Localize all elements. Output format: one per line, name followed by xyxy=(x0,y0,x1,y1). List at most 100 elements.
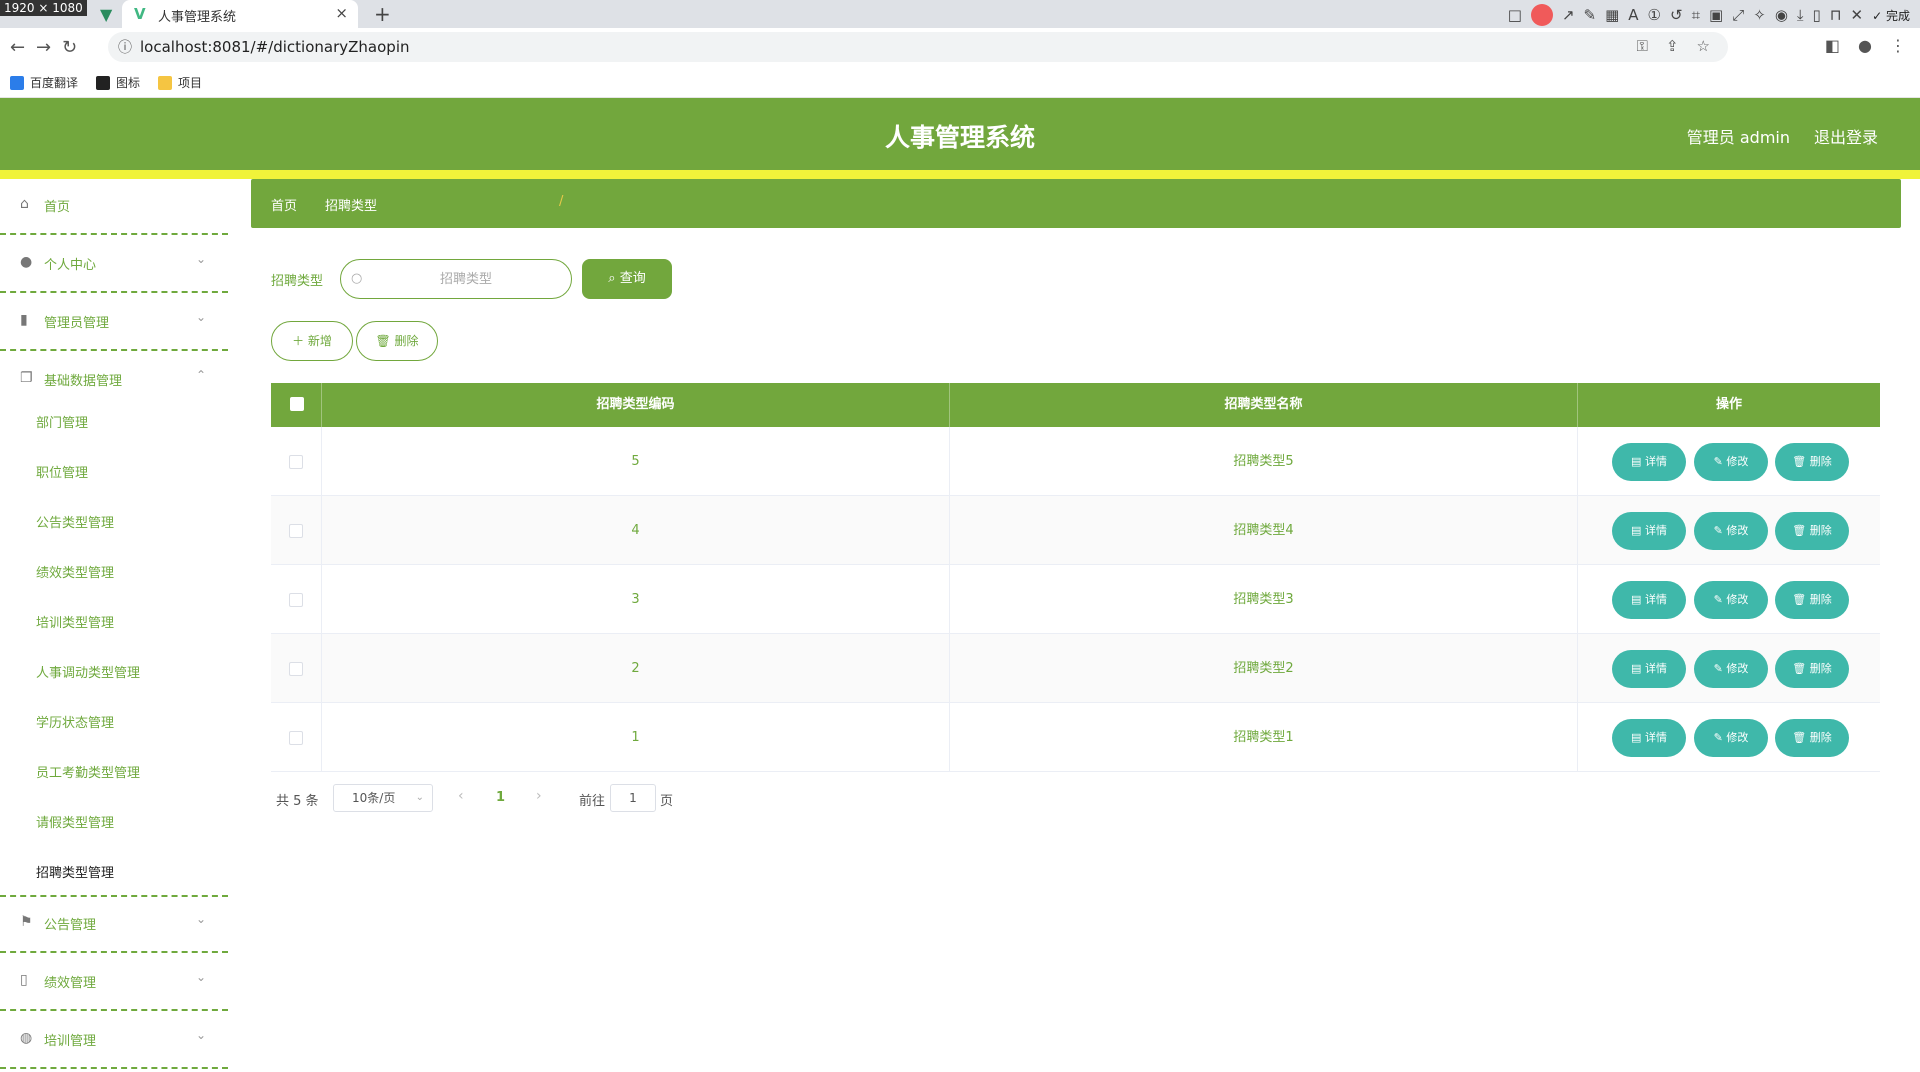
row-delete-button[interactable]: 🗑 删除 xyxy=(1775,443,1849,481)
search-field[interactable]: ○ xyxy=(340,259,572,299)
detail-button[interactable]: ▤ 详情 xyxy=(1612,650,1686,688)
sidebar-item-admin[interactable]: ▮ 管理员管理 ⌄ xyxy=(0,295,228,351)
prev-page-icon[interactable]: ‹ xyxy=(458,788,464,804)
undo-icon[interactable]: ↺ xyxy=(1670,6,1683,24)
target-icon[interactable]: ◉ xyxy=(1775,6,1788,24)
forward-icon[interactable]: → xyxy=(36,37,51,58)
row-checkbox[interactable] xyxy=(289,455,303,469)
submenu-leave-type[interactable]: 请假类型管理 xyxy=(36,812,114,831)
bookmark-label: 项目 xyxy=(178,76,203,90)
url-box[interactable]: ⓘ localhost:8081/#/dictionaryZhaopin ⚿ ⇪… xyxy=(108,32,1728,62)
search-icon: ○ xyxy=(351,271,363,286)
translate-icon[interactable]: ▣ xyxy=(1709,6,1723,24)
delete-button-label: 删除 xyxy=(394,334,419,348)
submenu-education-status[interactable]: 学历状态管理 xyxy=(36,712,114,731)
row-checkbox[interactable] xyxy=(289,662,303,676)
pin-icon[interactable]: ✧ xyxy=(1753,6,1766,24)
edit-button[interactable]: ✎ 修改 xyxy=(1694,443,1768,481)
submenu-department[interactable]: 部门管理 xyxy=(36,412,88,431)
text-icon[interactable]: A xyxy=(1628,6,1638,24)
edit-button[interactable]: ✎ 修改 xyxy=(1694,650,1768,688)
row-select-cell xyxy=(271,703,322,772)
sidebar-item-notice[interactable]: ⚑ 公告管理 ⌄ xyxy=(0,897,228,953)
sidebar-item-label: 管理员管理 xyxy=(44,316,110,331)
trash-icon: 🗑 xyxy=(375,334,391,348)
bookmark-project[interactable]: 项目 xyxy=(158,74,202,91)
download-icon[interactable]: ⤓ xyxy=(1797,6,1804,24)
detail-button[interactable]: ▤ 详情 xyxy=(1612,581,1686,619)
chevron-down-icon: ⌄ xyxy=(195,912,206,926)
breadcrumb-home[interactable]: 首页 xyxy=(271,195,297,214)
search-input[interactable] xyxy=(371,266,561,292)
url-text[interactable]: localhost:8081/#/dictionaryZhaopin xyxy=(140,38,410,56)
browser-tab[interactable]: V 人事管理系统 × xyxy=(122,0,358,28)
sidebar-item-performance[interactable]: ▯ 绩效管理 ⌄ xyxy=(0,955,228,1011)
submenu-attendance-type[interactable]: 员工考勤类型管理 xyxy=(36,762,140,781)
square-icon[interactable]: □ xyxy=(1508,6,1522,24)
pen-icon[interactable]: ✎ xyxy=(1584,6,1597,24)
row-delete-button[interactable]: 🗑 删除 xyxy=(1775,581,1849,619)
sidebar-item-home[interactable]: ⌂ 首页 xyxy=(0,179,228,235)
submenu-performance-type[interactable]: 绩效类型管理 xyxy=(36,562,114,581)
edit-button[interactable]: ✎ 修改 xyxy=(1694,581,1768,619)
new-tab-icon[interactable]: + xyxy=(374,2,391,26)
row-delete-button[interactable]: 🗑 删除 xyxy=(1775,512,1849,550)
row-delete-button[interactable]: 🗑 删除 xyxy=(1775,650,1849,688)
bookmark-baidu-translate[interactable]: 百度翻译 xyxy=(10,74,78,91)
select-all-checkbox[interactable] xyxy=(290,397,304,411)
edit-button[interactable]: ✎ 修改 xyxy=(1694,719,1768,757)
batch-delete-button[interactable]: 🗑 删除 xyxy=(356,321,438,361)
expand-icon[interactable]: ⤢ xyxy=(1732,6,1744,24)
query-button[interactable]: ⌕ 查询 xyxy=(582,259,672,299)
current-page[interactable]: 1 xyxy=(496,790,505,805)
row-checkbox[interactable] xyxy=(289,524,303,538)
number-icon[interactable]: ① xyxy=(1648,6,1661,24)
submenu-recruit-type[interactable]: 招聘类型管理 xyxy=(36,862,114,881)
star-icon[interactable]: ☆ xyxy=(1697,37,1710,55)
detail-button[interactable]: ▤ 详情 xyxy=(1612,512,1686,550)
row-delete-button[interactable]: 🗑 删除 xyxy=(1775,719,1849,757)
column-header-name[interactable]: 招聘类型名称 xyxy=(950,383,1578,427)
phone-icon[interactable]: ▯ xyxy=(1813,6,1821,24)
sidebar-item-training[interactable]: ◍ 培训管理 ⌄ xyxy=(0,1013,228,1069)
app-title: 人事管理系统 xyxy=(884,123,1035,152)
add-button[interactable]: ＋ 新增 xyxy=(271,321,353,361)
done-button[interactable]: ✓ 完成 xyxy=(1872,7,1910,24)
info-icon[interactable]: ⓘ xyxy=(118,37,132,57)
record-icon[interactable] xyxy=(1530,4,1553,26)
more-icon[interactable]: ⋮ xyxy=(1890,36,1906,55)
mosaic-icon[interactable]: ▦ xyxy=(1605,6,1619,24)
column-header-code[interactable]: 招聘类型编码 xyxy=(322,383,950,427)
pencil-icon: ✎ xyxy=(1713,455,1723,468)
submenu-training-type[interactable]: 培训类型管理 xyxy=(36,612,114,631)
submenu-position[interactable]: 职位管理 xyxy=(36,462,88,481)
back-icon[interactable]: ← xyxy=(10,37,25,58)
chevron-down-icon: ⌄ xyxy=(195,970,206,984)
row-checkbox[interactable] xyxy=(289,731,303,745)
key-icon[interactable]: ⚿ xyxy=(1637,37,1648,55)
detail-button[interactable]: ▤ 详情 xyxy=(1612,719,1686,757)
sidebar-item-basic-data[interactable]: ❐ 基础数据管理 ⌃ xyxy=(0,353,228,409)
cancel-icon[interactable]: ✕ xyxy=(1851,6,1864,24)
sidebar-item-label: 个人中心 xyxy=(44,258,97,273)
edit-button[interactable]: ✎ 修改 xyxy=(1694,512,1768,550)
row-checkbox[interactable] xyxy=(289,593,303,607)
crop-icon[interactable]: ⌗ xyxy=(1692,6,1700,24)
close-tab-icon[interactable]: × xyxy=(335,4,348,22)
sidebar-item-profile[interactable]: ● 个人中心 ⌄ xyxy=(0,237,228,293)
next-page-icon[interactable]: › xyxy=(536,788,542,804)
page-size-select[interactable]: 10条/页 ⌄ xyxy=(333,784,433,812)
submenu-notice-type[interactable]: 公告类型管理 xyxy=(36,512,114,531)
bookmark-icons[interactable]: 图标 xyxy=(96,74,140,91)
sidepanel-icon[interactable]: ◧ xyxy=(1825,36,1840,55)
reload-icon[interactable]: ↻ xyxy=(62,37,77,58)
vue-icon: ▼ xyxy=(100,5,113,24)
submenu-transfer-type[interactable]: 人事调动类型管理 xyxy=(36,662,140,681)
arrow-icon[interactable]: ↗ xyxy=(1562,6,1575,24)
logout-link[interactable]: 退出登录 xyxy=(1814,124,1878,148)
detail-button[interactable]: ▤ 详情 xyxy=(1612,443,1686,481)
bookmark-icon[interactable]: ⊓ xyxy=(1830,6,1842,24)
profile-icon[interactable]: ● xyxy=(1858,36,1872,55)
share-icon[interactable]: ⇪ xyxy=(1666,37,1679,55)
goto-page-input[interactable]: 1 xyxy=(610,784,656,812)
